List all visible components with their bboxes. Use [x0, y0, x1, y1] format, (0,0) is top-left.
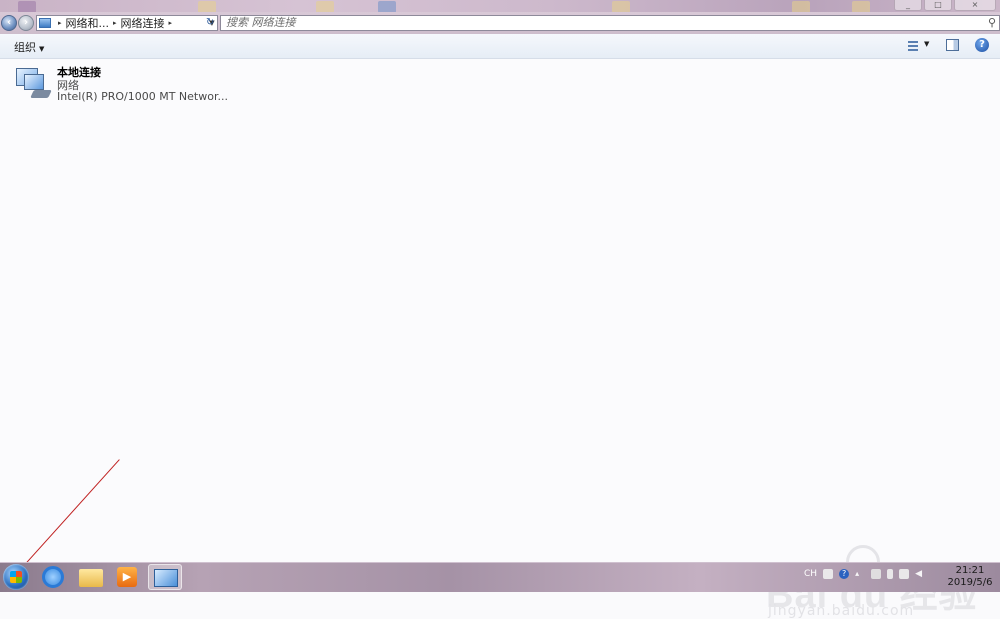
chevron-up-icon[interactable]: ▴	[855, 569, 865, 579]
command-bar: 组织 ▼ ▼ ?	[0, 34, 1000, 59]
organize-label: 组织	[14, 41, 36, 54]
network-icon[interactable]	[899, 569, 910, 579]
clock-date: 2019/5/6	[947, 577, 993, 588]
battery-icon[interactable]	[887, 569, 894, 579]
forward-button[interactable]: ›	[18, 15, 34, 31]
maximize-button[interactable]: □	[924, 0, 952, 11]
view-list-icon	[908, 41, 918, 51]
search-input[interactable]: 搜索 网络连接 ⚲	[220, 15, 1000, 31]
search-icon[interactable]: ⚲	[988, 16, 996, 30]
back-button[interactable]: ‹	[1, 15, 17, 31]
preview-pane-button[interactable]	[946, 39, 959, 51]
close-button[interactable]: ×	[954, 0, 996, 11]
clock[interactable]: 21:21 2019/5/6	[944, 565, 996, 589]
language-indicator[interactable]: CH	[804, 569, 817, 579]
action-center-icon[interactable]	[871, 569, 882, 579]
address-bar[interactable]: ▸ 网络和... ▸ 网络连接 ▸ ▼	[36, 15, 218, 31]
start-button[interactable]	[3, 564, 29, 590]
media-player-icon: ▶	[117, 567, 137, 587]
list-item[interactable]: 本地连接 网络 Intel(R) PRO/1000 MT Networ...	[14, 64, 228, 104]
breadcrumb-separator-icon[interactable]: ▸	[169, 19, 173, 27]
folder-icon	[79, 569, 103, 587]
clock-time: 21:21	[955, 565, 985, 576]
cable-icon	[30, 90, 52, 98]
help-icon[interactable]: ?	[839, 569, 850, 579]
address-row: ‹ › ▸ 网络和... ▸ 网络连接 ▸ ▼ ↻ 搜索 网络连接 ⚲	[0, 12, 1000, 34]
change-view-button[interactable]: ▼	[906, 39, 932, 53]
chevron-down-icon: ▼	[39, 45, 45, 53]
system-tray: CH ? ▴ ◀	[804, 569, 925, 579]
breadcrumb-network-and-sharing[interactable]: 网络和...	[66, 15, 110, 31]
window-title-bar: _ □ ×	[0, 0, 1000, 13]
control-panel-icon	[154, 569, 178, 587]
network-folder-icon	[39, 18, 51, 28]
network-adapter-icon	[14, 66, 54, 104]
volume-icon[interactable]: ◀	[915, 569, 925, 579]
window-controls: _ □ ×	[892, 0, 996, 11]
internet-explorer-icon	[42, 566, 64, 588]
windows-logo-icon	[10, 571, 22, 583]
refresh-icon[interactable]: ↻	[206, 15, 218, 31]
taskbar: ▶ CH ? ▴ ◀ 21:21 2019/5/6	[0, 562, 1000, 592]
search-placeholder: 搜索 网络连接	[226, 16, 296, 29]
taskbar-explorer[interactable]	[74, 564, 108, 590]
keyboard-icon[interactable]	[823, 569, 834, 579]
minimize-button[interactable]: _	[894, 0, 922, 11]
chevron-down-icon: ▼	[924, 40, 930, 48]
breadcrumb-network-connections[interactable]: 网络连接	[121, 15, 165, 31]
connections-list: 本地连接 网络 Intel(R) PRO/1000 MT Networ... B…	[0, 59, 1000, 619]
monitor-icon	[24, 74, 44, 90]
taskbar-media-player[interactable]: ▶	[110, 564, 144, 590]
taskbar-ie[interactable]	[36, 564, 70, 590]
breadcrumb-separator-icon[interactable]: ▸	[113, 19, 117, 27]
taskbar-network-connections[interactable]	[148, 564, 182, 590]
breadcrumb-separator-icon[interactable]: ▸	[58, 19, 62, 27]
organize-button[interactable]: 组织 ▼	[14, 39, 44, 55]
connection-device: Intel(R) PRO/1000 MT Networ...	[57, 90, 228, 103]
help-icon[interactable]: ?	[975, 38, 989, 52]
watermark-url: jingyan.baidu.com	[768, 603, 915, 619]
